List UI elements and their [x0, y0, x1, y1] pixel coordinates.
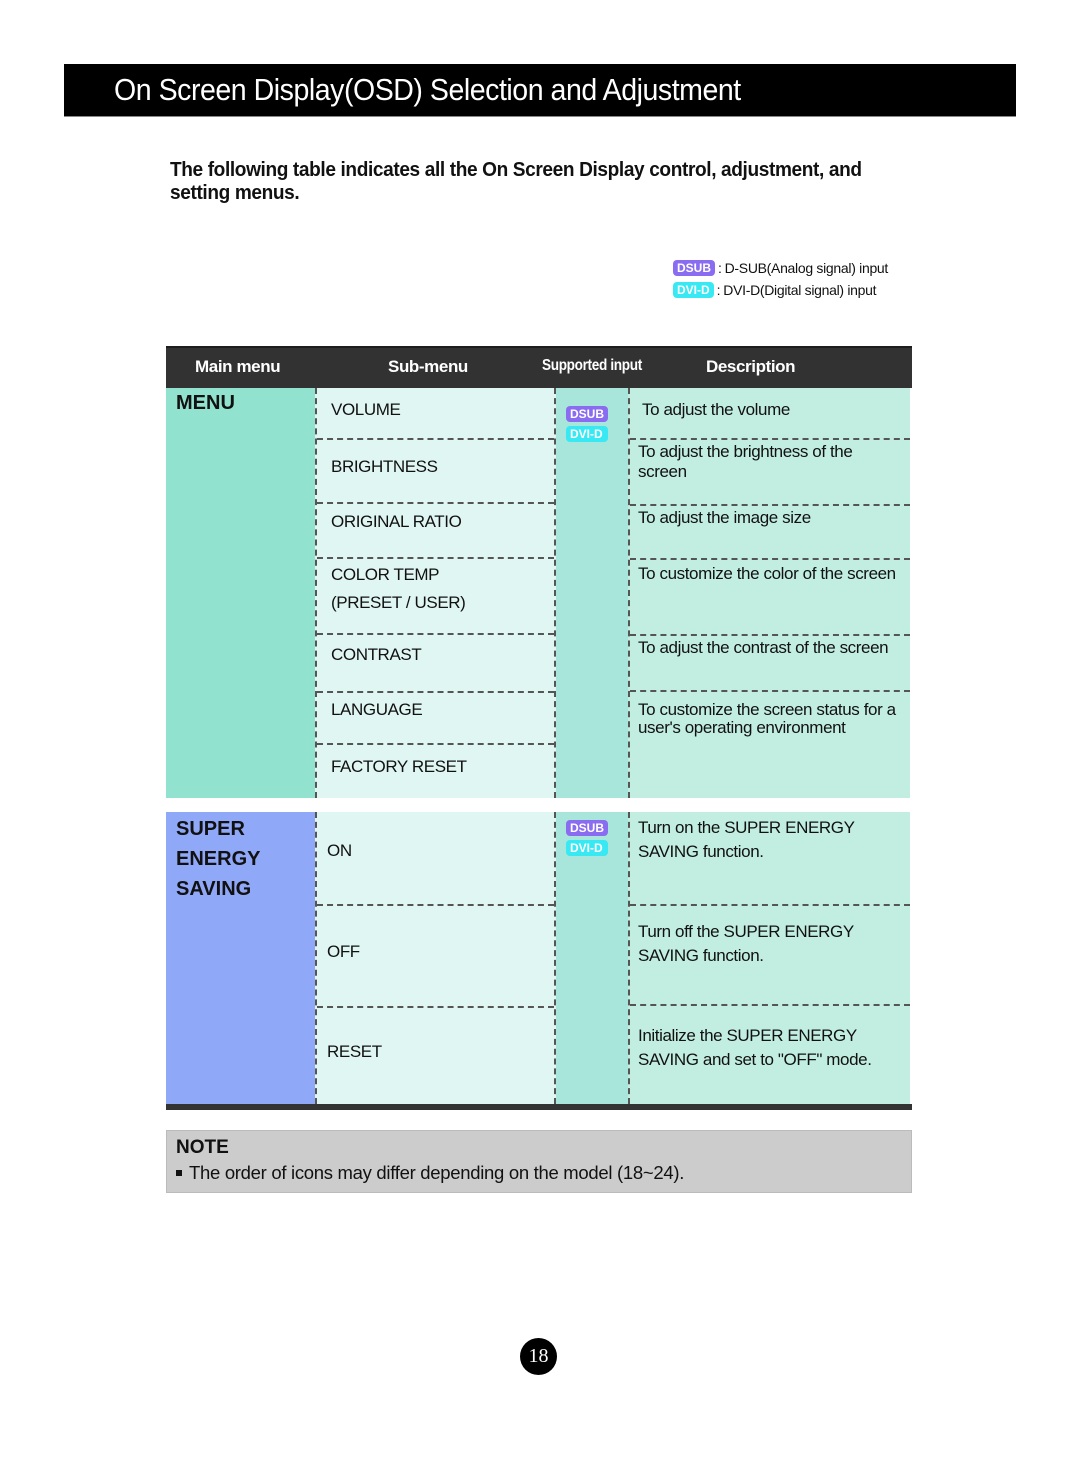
description-text: To customize the color of the screen	[638, 564, 896, 583]
dvid-badge-icon: DVI-D	[566, 840, 609, 856]
submenu-label-line2: (PRESET / USER)	[331, 593, 466, 612]
main-menu-label-line2: ENERGY	[176, 848, 261, 870]
header-description: Description	[706, 357, 796, 376]
submenu-column: ON OFF RESET	[315, 812, 556, 1104]
description-text: To customize the screen status for a use…	[638, 700, 896, 737]
description-column: To adjust the volume To adjust the brigh…	[628, 388, 910, 798]
dvid-badge-icon: DVI-D	[673, 282, 714, 298]
section-menu: MENU VOLUME BRIGHTNESS ORIGINAL RATIO CO…	[166, 388, 912, 798]
page-number: 18	[520, 1338, 557, 1375]
table-row: VOLUME	[317, 388, 554, 438]
submenu-label: LANGUAGE	[331, 700, 423, 719]
description-text: To adjust the image size	[638, 508, 811, 527]
legend-label: DVI-D(Digital signal) input	[723, 282, 877, 298]
dsub-badge-icon: DSUB	[566, 406, 609, 422]
description-text: To adjust the volume	[642, 400, 790, 419]
description-column: Turn on the SUPER ENERGY SAVING function…	[628, 812, 910, 1104]
submenu-label: ON	[327, 841, 352, 860]
description-text: Turn off the SUPER ENERGY SAVING functio…	[638, 922, 854, 965]
submenu-label: BRIGHTNESS	[331, 457, 438, 476]
legend-item-dsub: DSUB : D-SUB(Analog signal) input	[673, 257, 888, 279]
table-row: To adjust the brightness of the screen	[630, 438, 910, 504]
main-menu-label: MENU	[176, 392, 235, 414]
note-box: NOTE The order of icons may differ depen…	[166, 1130, 912, 1193]
header-supported-input: Supported input	[542, 357, 642, 374]
submenu-label-line1: COLOR TEMP	[331, 565, 440, 584]
legend-item-dvid: DVI-D : DVI-D(Digital signal) input	[673, 279, 888, 301]
legend-label: D-SUB(Analog signal) input	[724, 260, 889, 276]
header-main-menu: Main menu	[195, 357, 281, 376]
table-row: ON	[317, 812, 554, 904]
supported-input-cell: DSUB DVI-D	[556, 388, 628, 798]
submenu-label: CONTRAST	[331, 645, 422, 664]
description-text: To adjust the brightness of the screen	[638, 442, 853, 481]
table-row: CONTRAST	[317, 633, 554, 691]
table-row: BRIGHTNESS	[317, 438, 554, 502]
table-row: To customize the color of the screen	[630, 558, 910, 634]
dsub-badge-icon: DSUB	[566, 820, 609, 836]
note-text: The order of icons may differ depending …	[189, 1162, 685, 1183]
table-row: To adjust the image size	[630, 504, 910, 558]
osd-table: Main menu Sub-menu Supported input Descr…	[166, 346, 912, 1110]
main-menu-cell: SUPER ENERGY SAVING	[166, 812, 315, 1104]
intro-text: The following table indicates all the On…	[170, 158, 862, 204]
main-menu-label-line1: SUPER	[176, 818, 245, 840]
table-bottom-border	[166, 1104, 912, 1110]
table-row: To adjust the volume	[630, 388, 910, 438]
table-row: LANGUAGE	[317, 691, 554, 743]
table-row: RESET	[317, 1006, 554, 1104]
description-text: To adjust the contrast of the screen	[638, 638, 889, 657]
table-row: Initialize the SUPER ENERGY SAVING and s…	[630, 1004, 910, 1104]
header-sub-menu: Sub-menu	[388, 357, 468, 376]
table-row: Turn off the SUPER ENERGY SAVING functio…	[630, 904, 910, 1004]
main-menu-cell: MENU	[166, 388, 315, 798]
submenu-label: ORIGINAL RATIO	[331, 512, 462, 531]
table-row: FACTORY RESET	[317, 743, 554, 798]
table-row: ORIGINAL RATIO	[317, 502, 554, 557]
note-title: NOTE	[176, 1137, 229, 1158]
note-item: The order of icons may differ depending …	[176, 1162, 684, 1184]
table-row: To adjust the contrast of the screen	[630, 634, 910, 690]
table-row: COLOR TEMP (PRESET / USER)	[317, 557, 554, 633]
table-row: OFF	[317, 904, 554, 1006]
main-menu-label-line3: SAVING	[176, 878, 252, 900]
submenu-label: VOLUME	[331, 400, 401, 419]
submenu-column: VOLUME BRIGHTNESS ORIGINAL RATIO COLOR T…	[315, 388, 556, 798]
supported-input-cell: DSUB DVI-D	[556, 812, 628, 1104]
table-row: To customize the screen status for a use…	[630, 690, 910, 798]
description-text: Initialize the SUPER ENERGY SAVING and s…	[638, 1026, 872, 1069]
dsub-badge-icon: DSUB	[673, 260, 716, 276]
section-super-energy-saving: SUPER ENERGY SAVING ON OFF RESET DSUB DV…	[166, 812, 912, 1104]
submenu-label: FACTORY RESET	[331, 757, 467, 776]
submenu-label: OFF	[327, 942, 360, 961]
page-title-bar: On Screen Display(OSD) Selection and Adj…	[64, 64, 1016, 117]
submenu-label: RESET	[327, 1042, 382, 1061]
input-legend: DSUB : D-SUB(Analog signal) input DVI-D …	[673, 257, 888, 301]
table-header: Main menu Sub-menu Supported input Descr…	[166, 346, 912, 388]
page-title: On Screen Display(OSD) Selection and Adj…	[114, 72, 741, 107]
description-text: Turn on the SUPER ENERGY SAVING function…	[638, 818, 855, 861]
table-row: Turn on the SUPER ENERGY SAVING function…	[630, 812, 910, 904]
bullet-icon	[176, 1170, 182, 1177]
dvid-badge-icon: DVI-D	[566, 426, 609, 442]
